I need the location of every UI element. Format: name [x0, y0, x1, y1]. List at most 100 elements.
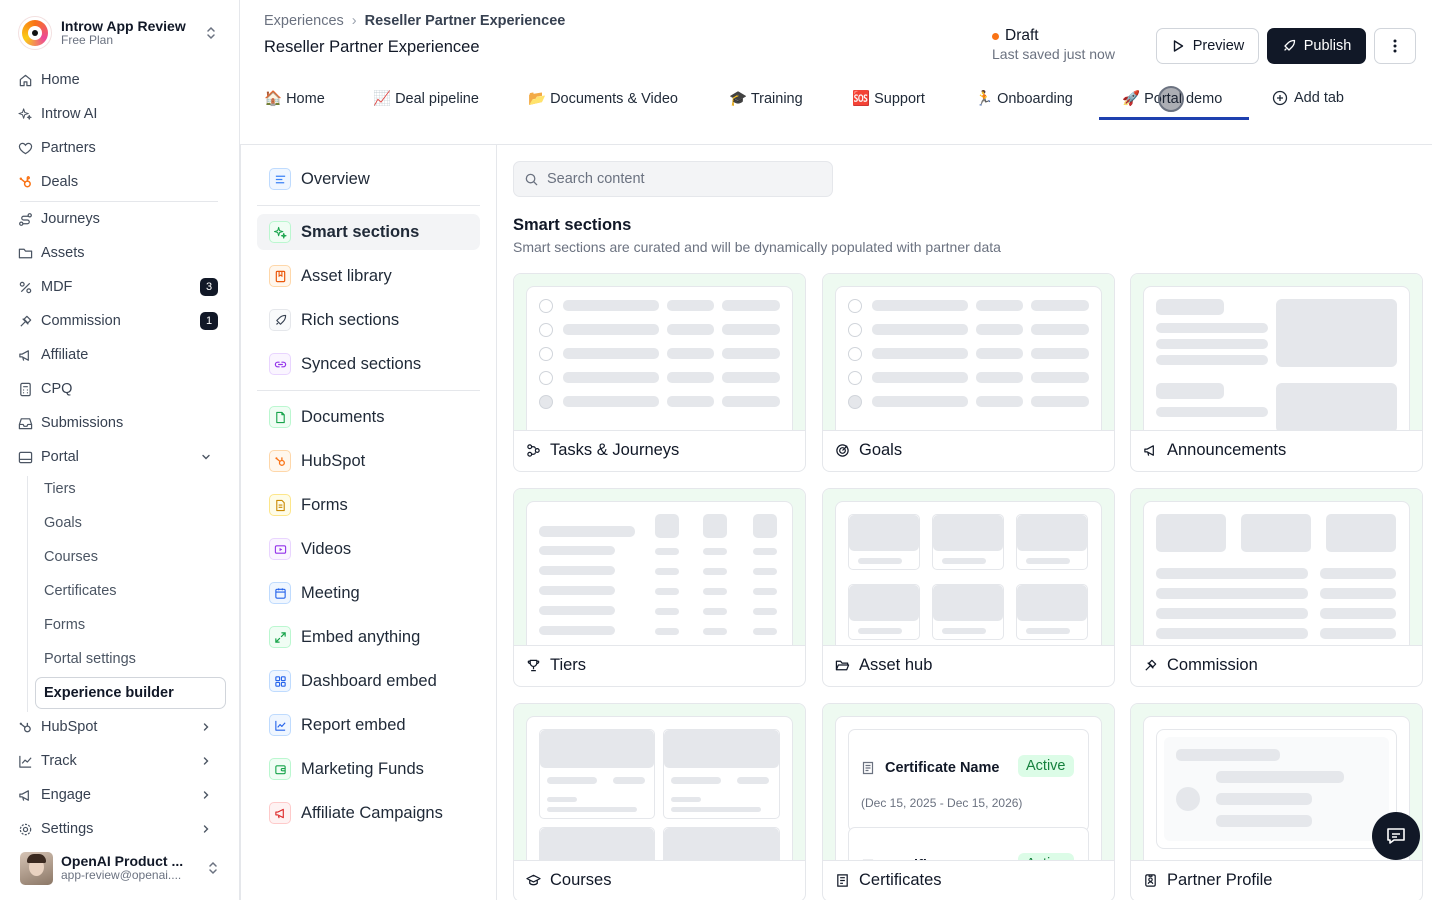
card-label: Certificates: [859, 871, 942, 889]
panel-report-embed[interactable]: Report embed: [257, 707, 480, 743]
subnav-certificates[interactable]: Certificates: [44, 576, 117, 606]
panel-label: Meeting: [301, 583, 360, 602]
chat-launcher-button[interactable]: [1372, 812, 1420, 860]
card-goals[interactable]: Goals: [822, 273, 1115, 472]
chevron-down-icon: [202, 454, 210, 460]
breadcrumb-experiences[interactable]: Experiences: [264, 13, 344, 29]
inbox-icon: [18, 417, 33, 429]
tab-documents-video[interactable]: 📂 Documents & Video: [528, 76, 678, 120]
panel-asset-library[interactable]: Asset library: [257, 258, 480, 294]
status-text: Draft: [1005, 27, 1039, 44]
tab-support[interactable]: 🆘 Support: [852, 76, 925, 120]
nav-cpq[interactable]: CPQ: [18, 374, 224, 404]
card-label: Announcements: [1167, 441, 1287, 459]
panel-documents[interactable]: Documents: [257, 399, 480, 435]
megaphone-icon: [269, 802, 291, 824]
search-bar[interactable]: [513, 161, 833, 197]
nav-label: MDF: [41, 279, 73, 295]
play-icon: [1173, 40, 1183, 52]
tab-onboarding[interactable]: 🏃 Onboarding: [975, 76, 1073, 120]
panel-marketing-funds[interactable]: Marketing Funds: [257, 751, 480, 787]
panel-overview[interactable]: Overview: [257, 161, 480, 197]
nav-hubspot[interactable]: HubSpot: [18, 712, 224, 742]
workspace-logo: [18, 16, 52, 50]
card-partner-profile[interactable]: Partner Profile: [1130, 703, 1423, 900]
tab-home[interactable]: 🏠 Home: [264, 76, 325, 120]
hubspot-icon: [19, 175, 31, 187]
publish-label: Publish: [1303, 38, 1352, 54]
calculator-icon: [20, 382, 31, 396]
subnav-portal-settings[interactable]: Portal settings: [44, 644, 136, 674]
nav-settings[interactable]: Settings: [18, 814, 224, 844]
user-menu[interactable]: OpenAI Product ... app-review@openai....: [20, 851, 225, 885]
panel-hubspot[interactable]: HubSpot: [257, 443, 480, 479]
nav-label: Journeys: [41, 211, 100, 227]
subnav-forms[interactable]: Forms: [44, 610, 85, 640]
nav-assets[interactable]: Assets: [18, 238, 224, 268]
nav-introw-ai[interactable]: Introw AI: [18, 99, 224, 129]
certificate-dates: (Dec 15, 2025 - Dec 15, 2026): [861, 796, 1023, 810]
coins-icon: [20, 315, 32, 327]
section-title: Smart sections: [513, 216, 632, 234]
card-label: Asset hub: [859, 656, 933, 674]
panel-label: Smart sections: [301, 222, 420, 241]
list-icon: [269, 168, 291, 190]
breadcrumb-separator-icon: ›: [351, 13, 357, 29]
user-name: OpenAI Product ...: [61, 853, 184, 870]
workspace-switcher[interactable]: Introw App Review Free Plan: [18, 14, 223, 52]
tab-deal-pipeline[interactable]: 📈 Deal pipeline: [373, 76, 479, 120]
certificate-name: Certificate Name: [885, 760, 1000, 776]
subnav-courses[interactable]: Courses: [44, 542, 98, 572]
nav-submissions[interactable]: Submissions: [18, 408, 224, 438]
subnav-experience-builder[interactable]: Experience builder: [35, 677, 226, 709]
folder-icon: [18, 248, 33, 258]
nav-home[interactable]: Home: [18, 65, 224, 95]
route-icon: [19, 212, 32, 226]
nav-portal[interactable]: Portal: [18, 442, 224, 472]
nav-engage[interactable]: Engage: [18, 780, 224, 810]
nav-mdf[interactable]: MDF 3: [18, 272, 224, 302]
saved-text: Last saved just now: [992, 45, 1115, 62]
more-options-button[interactable]: [1374, 28, 1416, 64]
nav-deals[interactable]: Deals: [18, 167, 224, 197]
panel-label: Forms: [301, 495, 348, 514]
avatar: [20, 851, 53, 885]
panel-affiliate-campaigns[interactable]: Affiliate Campaigns: [257, 795, 480, 831]
subnav-tiers[interactable]: Tiers: [44, 474, 76, 504]
panel-videos[interactable]: Videos: [257, 531, 480, 567]
nav-journeys[interactable]: Journeys: [18, 204, 224, 234]
panel-smart-sections[interactable]: Smart sections: [257, 214, 480, 250]
workflow-icon: [527, 444, 540, 457]
card-announcements[interactable]: Announcements: [1130, 273, 1423, 472]
chevron-right-icon: [203, 791, 209, 799]
card-courses[interactable]: Courses: [513, 703, 806, 900]
tab-training[interactable]: 🎓 Training: [729, 76, 803, 120]
card-tiers[interactable]: Tiers: [513, 488, 806, 687]
panel-forms[interactable]: Forms: [257, 487, 480, 523]
panel-synced-sections[interactable]: Synced sections: [257, 346, 480, 382]
certificate-icon: [862, 859, 874, 860]
card-commission[interactable]: Commission: [1130, 488, 1423, 687]
add-tab-button[interactable]: Add tab: [1272, 76, 1344, 120]
card-label: Tasks & Journeys: [550, 441, 680, 459]
publish-button[interactable]: Publish: [1267, 28, 1366, 64]
panel-embed-anything[interactable]: Embed anything: [257, 619, 480, 655]
panel-rich-sections[interactable]: Rich sections: [257, 302, 480, 338]
panel-label: Rich sections: [301, 310, 400, 329]
more-vertical-icon: [1393, 39, 1397, 53]
card-tasks-journeys[interactable]: Tasks & Journeys: [513, 273, 806, 472]
nav-track[interactable]: Track: [18, 746, 224, 776]
page-title: Reseller Partner Experiencee: [264, 38, 480, 56]
subnav-goals[interactable]: Goals: [44, 508, 82, 538]
panel-meeting[interactable]: Meeting: [257, 575, 480, 611]
id-badge-icon: [1145, 874, 1156, 887]
preview-button[interactable]: Preview: [1156, 28, 1259, 64]
nav-affiliate[interactable]: Affiliate: [18, 340, 224, 370]
nav-commission[interactable]: Commission 1: [18, 306, 224, 336]
search-input[interactable]: [547, 171, 817, 187]
card-certificates[interactable]: Certificate Name Active (Dec 15, 2025 - …: [822, 703, 1115, 900]
panel-dashboard-embed[interactable]: Dashboard embed: [257, 663, 480, 699]
nav-partners[interactable]: Partners: [18, 133, 224, 163]
home-icon: [19, 74, 32, 86]
card-asset-hub[interactable]: Asset hub: [822, 488, 1115, 687]
